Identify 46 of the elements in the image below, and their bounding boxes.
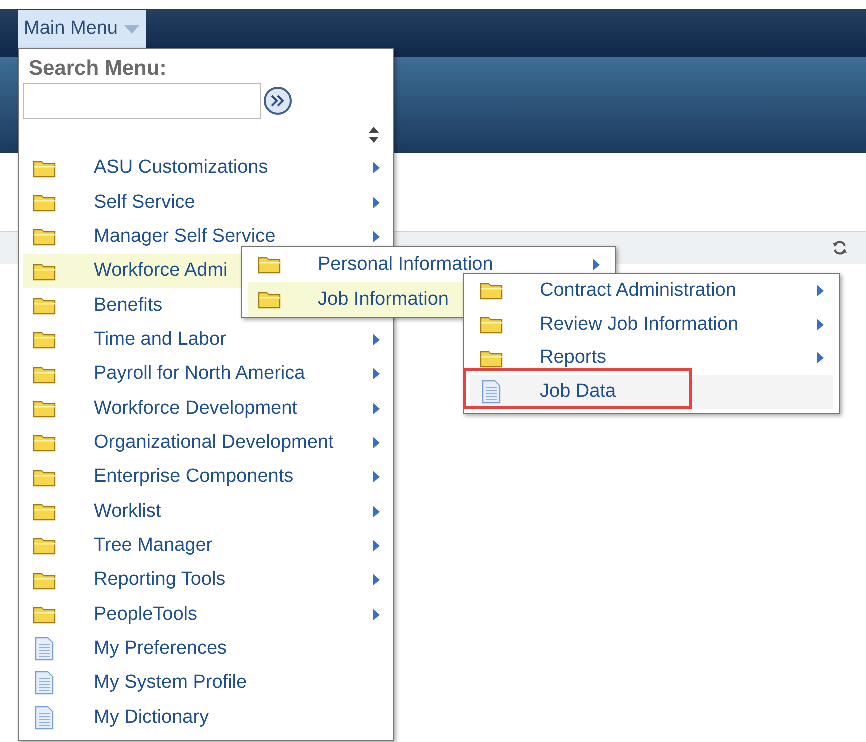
document-icon bbox=[33, 706, 56, 730]
folder-icon bbox=[33, 193, 56, 212]
document-icon bbox=[480, 380, 503, 404]
folder-icon bbox=[33, 296, 56, 316]
menu-item[interactable]: Enterprise Components bbox=[23, 460, 389, 494]
folder-icon bbox=[33, 605, 56, 624]
menu-item[interactable]: PeopleTools bbox=[23, 597, 389, 632]
folder-icon bbox=[258, 255, 281, 274]
menu-item[interactable]: Self Service bbox=[23, 185, 389, 220]
folder-icon bbox=[33, 158, 56, 178]
menu-item[interactable]: Reporting Tools bbox=[23, 563, 389, 598]
menu-item[interactable]: Organizational Development bbox=[23, 426, 389, 460]
main-menu-button[interactable]: Main Menu bbox=[18, 10, 146, 48]
menu-item[interactable]: Time and Labor bbox=[23, 322, 389, 358]
folder-icon bbox=[33, 364, 56, 384]
search-field[interactable] bbox=[23, 83, 261, 119]
folder-icon bbox=[33, 468, 56, 487]
folder-icon bbox=[258, 290, 281, 309]
menu-item[interactable]: Job Data bbox=[470, 375, 833, 410]
folder-icon bbox=[480, 281, 503, 300]
menu-item[interactable]: My Dictionary bbox=[23, 700, 389, 735]
document-icon bbox=[33, 671, 56, 696]
menu-item[interactable]: Worklist bbox=[23, 494, 389, 529]
menu-item[interactable]: Tree Manager bbox=[23, 528, 389, 564]
document-icon bbox=[33, 636, 56, 661]
menu-item[interactable]: Reports bbox=[470, 342, 833, 376]
folder-icon bbox=[33, 399, 56, 418]
menu-item[interactable]: My System Profile bbox=[23, 666, 389, 700]
folder-icon bbox=[33, 227, 56, 246]
folder-icon bbox=[33, 570, 56, 590]
menu-item[interactable]: Workforce Development bbox=[23, 391, 389, 426]
folder-icon bbox=[33, 502, 56, 522]
folder-icon bbox=[480, 315, 503, 334]
refresh-icon[interactable] bbox=[832, 240, 848, 256]
sort-icon[interactable] bbox=[368, 126, 380, 144]
menu-item[interactable]: My Preferences bbox=[23, 632, 389, 666]
folder-icon bbox=[33, 536, 56, 556]
folder-icon bbox=[33, 262, 56, 281]
search-menu-label: Search Menu: bbox=[29, 57, 168, 81]
go-button-icon[interactable] bbox=[263, 86, 293, 116]
menu-item[interactable]: ASU Customizations bbox=[23, 151, 389, 186]
caret-icon bbox=[124, 24, 140, 34]
folder-icon bbox=[33, 330, 56, 350]
folder-icon bbox=[33, 433, 56, 452]
menu-item[interactable]: Payroll for North America bbox=[23, 357, 389, 392]
folder-icon bbox=[480, 348, 503, 368]
